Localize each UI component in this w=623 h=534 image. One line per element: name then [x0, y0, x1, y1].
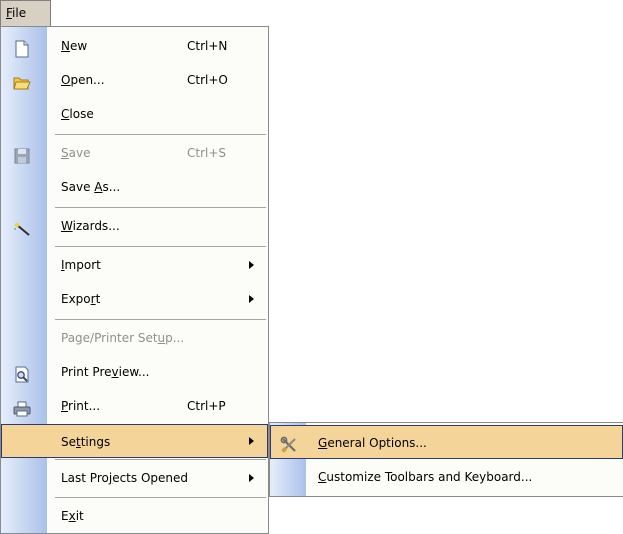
menu-item-new-shortcut: Ctrl+N [187, 39, 228, 53]
menu-item-last-projects-label: Last Projects Opened [61, 471, 189, 485]
menu-item-print-label: Print... [61, 399, 101, 413]
menu-item-last-projects[interactable]: Last Projects Opened [1, 461, 268, 495]
menu-item-exit-label: Exit [61, 509, 84, 523]
menu-separator [55, 207, 266, 208]
menu-item-save-shortcut: Ctrl+S [187, 146, 227, 160]
menu-item-page-setup[interactable]: Page/Printer Setup... [1, 321, 268, 355]
submenu-arrow-icon [249, 261, 254, 269]
file-dropdown-menu: New Ctrl+N Open... Ctrl+O Close Save Ctr… [0, 26, 269, 534]
menu-separator [55, 459, 266, 460]
menu-item-open[interactable]: Open... Ctrl+O [1, 63, 268, 97]
file-menu-tab[interactable]: File [0, 0, 51, 26]
submenu-item-general-options-label: General Options... [318, 436, 427, 450]
new-document-icon [13, 37, 31, 58]
menu-item-export-label: Export [61, 292, 101, 306]
menu-separator [55, 497, 266, 498]
menu-separator [55, 246, 266, 247]
menu-item-print-shortcut: Ctrl+P [187, 399, 226, 413]
submenu-arrow-icon [249, 295, 254, 303]
file-menu-label: File [6, 6, 27, 20]
menu-item-save-label: Save [61, 146, 91, 160]
open-folder-icon [13, 71, 31, 90]
menu-item-open-shortcut: Ctrl+O [187, 73, 228, 87]
menu-item-exit[interactable]: Exit [1, 499, 268, 533]
submenu-item-general-options[interactable]: General Options... [270, 425, 623, 459]
menu-item-new[interactable]: New Ctrl+N [1, 29, 268, 63]
menu-item-print[interactable]: Print... Ctrl+P [1, 389, 268, 423]
menu-item-import-label: Import [61, 258, 101, 272]
menu-item-wizards[interactable]: Wizards... [1, 209, 268, 243]
menu-item-page-setup-label: Page/Printer Setup... [61, 331, 185, 345]
menu-item-print-preview[interactable]: Print Preview... [1, 355, 268, 389]
menu-item-wizards-label: Wizards... [61, 219, 120, 233]
submenu-arrow-icon [249, 474, 254, 482]
tools-icon [280, 433, 298, 453]
save-disk-icon [13, 144, 31, 164]
menu-item-export[interactable]: Export [1, 282, 268, 316]
menu-item-save-as[interactable]: Save As... [1, 170, 268, 204]
menu-item-open-label: Open... [61, 73, 105, 87]
menu-item-close[interactable]: Close [1, 97, 268, 131]
print-preview-icon [13, 363, 31, 383]
menu-item-print-preview-label: Print Preview... [61, 365, 150, 379]
menu-item-close-label: Close [61, 107, 94, 121]
wizard-wand-icon [13, 217, 31, 236]
menu-item-import[interactable]: Import [1, 248, 268, 282]
menu-item-save-as-label: Save As... [61, 180, 121, 194]
menu-item-new-label: New [61, 39, 88, 53]
menu-item-save[interactable]: Save Ctrl+S [1, 136, 268, 170]
menu-separator [55, 134, 266, 135]
settings-submenu: General Options... Customize Toolbars an… [269, 422, 623, 497]
submenu-item-customize[interactable]: Customize Toolbars and Keyboard... [270, 460, 623, 494]
printer-icon [13, 397, 31, 417]
menu-separator [55, 319, 266, 320]
submenu-item-customize-label: Customize Toolbars and Keyboard... [318, 470, 533, 484]
menu-item-settings-label: Settings [61, 435, 111, 449]
menu-item-settings[interactable]: Settings [1, 424, 268, 458]
submenu-arrow-icon [249, 437, 254, 445]
